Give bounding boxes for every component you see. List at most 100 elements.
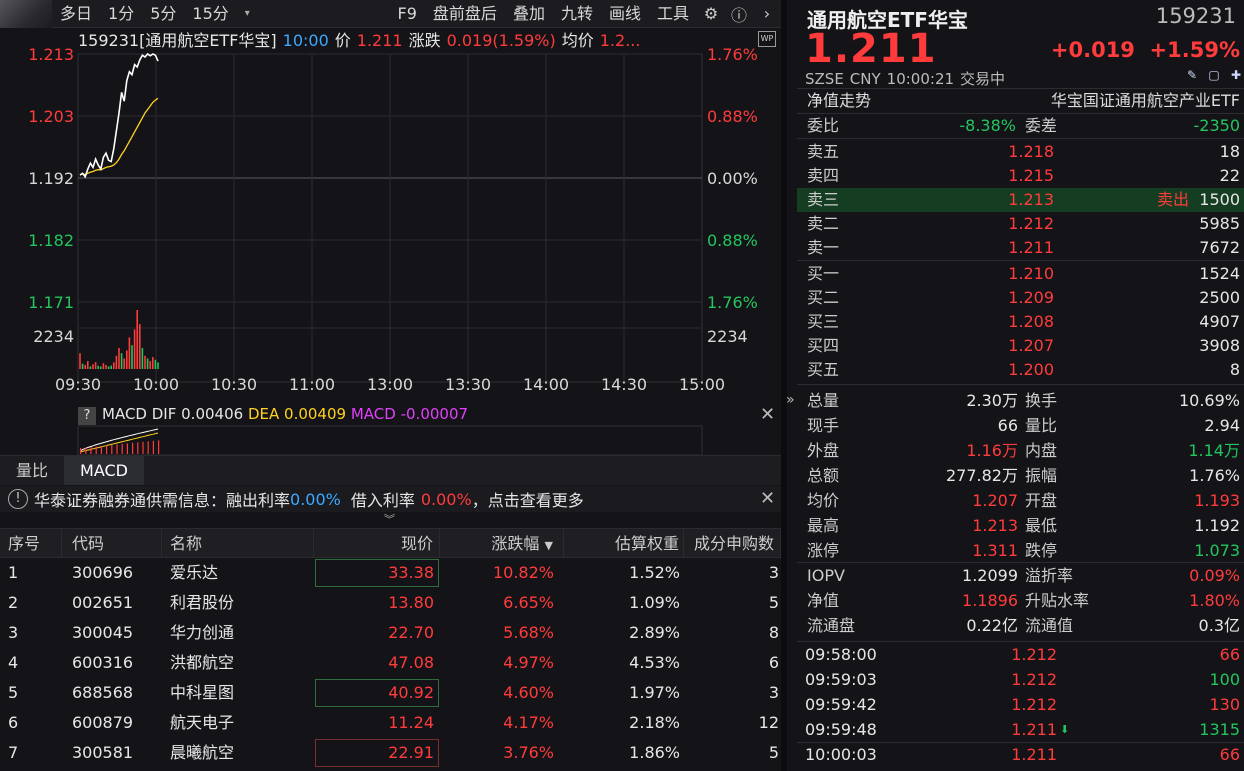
period-15min[interactable]: 15分 [184,0,236,28]
ask-level[interactable]: 卖二 1.212 5985 [797,212,1244,236]
macd-frame [77,425,703,455]
col-seq[interactable]: 序号 [0,529,62,557]
row-name: 爱乐达 [170,563,219,582]
bid-level[interactable]: 买五 1.200 8 [797,358,1244,382]
security-code: 159231 [1155,4,1236,28]
volume-tick-right: 2234 [707,327,748,346]
period-dropdown-icon[interactable]: ▾ [237,0,258,28]
stat-label: 换手 [1025,391,1058,410]
gear-icon[interactable]: ⚙ [697,4,725,23]
row-weight: 1.52% [629,563,680,582]
constituents-table: 序号 代码 名称 现价 涨跌幅 ▼ 估算权重 成分申购数 1 300696 爱乐达 3… [0,528,781,768]
bid-level[interactable]: 买二 1.209 2500 [797,286,1244,310]
macd-bar [95,446,97,454]
col-price[interactable]: 现价 [314,529,440,557]
tick-row: 09:58:00 1.212 66 [797,643,1244,667]
ask-label: 卖二 [807,214,840,233]
row-weight: 4.53% [629,653,680,672]
quote-meta: SZSE CNY 10:00:21 交易中 [805,68,1011,89]
ask-level[interactable]: 卖五 1.218 18 [797,140,1244,164]
stat-label: IOPV [807,566,845,585]
ask-volume: 22 [1219,166,1240,185]
tools-button[interactable]: 工具 [649,0,697,28]
table-row[interactable]: 4 600316 洪都航空 47.08 4.97% 4.53% 6 [0,648,781,678]
table-row[interactable]: 3 300045 华力创通 22.70 5.68% 2.89% 8 [0,618,781,648]
question-icon[interactable]: ? [78,407,96,425]
add-icon[interactable]: ✚ [1228,68,1244,83]
edit-icon[interactable]: ✎ [1184,68,1200,83]
volume-bar [89,366,92,369]
ask-level[interactable]: 卖三 1.213 卖出 1500 [797,188,1244,212]
ask-level[interactable]: 卖四 1.215 22 [797,164,1244,188]
wb-value: -8.38% [959,116,1016,135]
tab-macd[interactable]: MACD [64,456,144,485]
volume-bar [81,363,84,369]
sort-desc-icon: ▼ [544,539,553,552]
macd-header: ? MACD DIF 0.00406 DEA 0.00409 MACD -0.00… [78,403,468,425]
help-icon[interactable]: ⓘ [725,2,753,26]
quote-panel: 通用航空ETF华宝 159231 1.211 +0.019 +1.59% SZS… [797,0,1244,771]
bid-level[interactable]: 买一 1.210 1524 [797,262,1244,286]
row-subscription: 5 [768,743,779,762]
row-change-pct: 3.76% [503,743,554,762]
bid-level[interactable]: 买三 1.208 4907 [797,310,1244,334]
close-icon[interactable]: ✕ [760,404,775,425]
nav-trend-link[interactable]: 净值走势 [807,89,871,113]
nav-row[interactable]: 净值走势 华宝国证通用航空产业ETF [797,89,1244,113]
stat-row: 外盘 1.16万 内盘 1.14万 [797,438,1244,463]
draw-line-button[interactable]: 画线 [601,0,649,28]
stat-label: 内盘 [1025,441,1058,460]
period-5min[interactable]: 5分 [142,0,184,28]
period-multi-day[interactable]: 多日 [52,0,100,28]
row-change-pct: 4.97% [503,653,554,672]
notice-close-icon[interactable]: ✕ [760,488,775,509]
chevron-right-icon[interactable]: › [753,4,781,23]
period-1min[interactable]: 1分 [100,0,142,28]
tab-volume-ratio[interactable]: 量比 [0,456,64,485]
table-row[interactable]: 6 600879 航天电子 11.24 4.17% 2.18% 12 [0,708,781,738]
row-change-pct: 10.82% [492,563,554,582]
double-chevron-down-icon[interactable]: ︾ [384,511,395,527]
row-weight: 1.09% [629,593,680,612]
tick-row: 09:59:48 1.211 ⬇ 1315 [797,718,1244,742]
pre-post-market-button[interactable]: 盘前盘后 [425,0,505,28]
margin-notice[interactable]: ! 华泰证券融券通供需信息：融出利率 0.00% 借入利率 0.00% ，点击查… [0,486,781,512]
overlay-button[interactable]: 叠加 [505,0,553,28]
panel-divider[interactable] [781,0,787,771]
intraday-chart[interactable]: 1.213 1.203 1.192 1.182 1.171 1.76% 0.88% 0.00%… [0,40,781,400]
ask-level[interactable]: 卖一 1.211 7672 [797,236,1244,260]
macd-chart [77,425,703,455]
window-icon[interactable]: ▢ [1206,68,1222,83]
stat-value: 1.213 [972,516,1018,535]
nine-turn-button[interactable]: 九转 [553,0,601,28]
table-row[interactable]: 5 688568 中科星图 40.92 4.60% 1.97% 3 [0,678,781,708]
bid-label: 买二 [807,288,840,307]
row-name: 中科星图 [170,683,235,702]
macd-bar [142,441,144,454]
col-name[interactable]: 名称 [162,529,314,557]
stat-label: 升贴水率 [1025,591,1090,610]
collapse-right-icon[interactable]: » [786,392,795,408]
volume-bar [110,365,112,369]
wc-value: -2350 [1193,116,1241,135]
row-price: 11.24 [388,713,434,732]
col-change-pct[interactable]: 涨跌幅 ▼ [440,529,564,557]
f9-button[interactable]: F9 [390,0,425,28]
table-row[interactable]: 1 300696 爱乐达 33.38 10.82% 1.52% 3 [0,558,781,588]
col-code[interactable]: 代码 [62,529,162,557]
dif-label: DIF [151,405,177,423]
tick-row: 10:00:03 1.211 66 [797,743,1244,767]
row-code: 300045 [72,623,134,642]
stat-row: 流通盘 0.22亿 流通值 0.3亿 [797,613,1244,638]
macd-title: MACD [102,405,147,423]
stat-row: 现手 66 量比 2.94 [797,413,1244,438]
chart-toolbar: 多日 1分 5分 15分 ▾ F9 盘前盘后 叠加 九转 画线 工具 ⚙ ⓘ › [0,0,781,28]
wb-label: 委比 [807,116,840,135]
bid-level[interactable]: 买四 1.207 3908 [797,334,1244,358]
col-subscription[interactable]: 成分申购数 [684,529,781,557]
table-row[interactable]: 2 002651 利君股份 13.80 6.65% 1.09% 5 [0,588,781,618]
row-code: 600879 [72,713,134,732]
table-row[interactable]: 7 300581 晨曦航空 22.91 3.76% 1.86% 5 [0,738,781,768]
macd-label: MACD [350,405,396,423]
col-weight[interactable]: 估算权重 [564,529,684,557]
